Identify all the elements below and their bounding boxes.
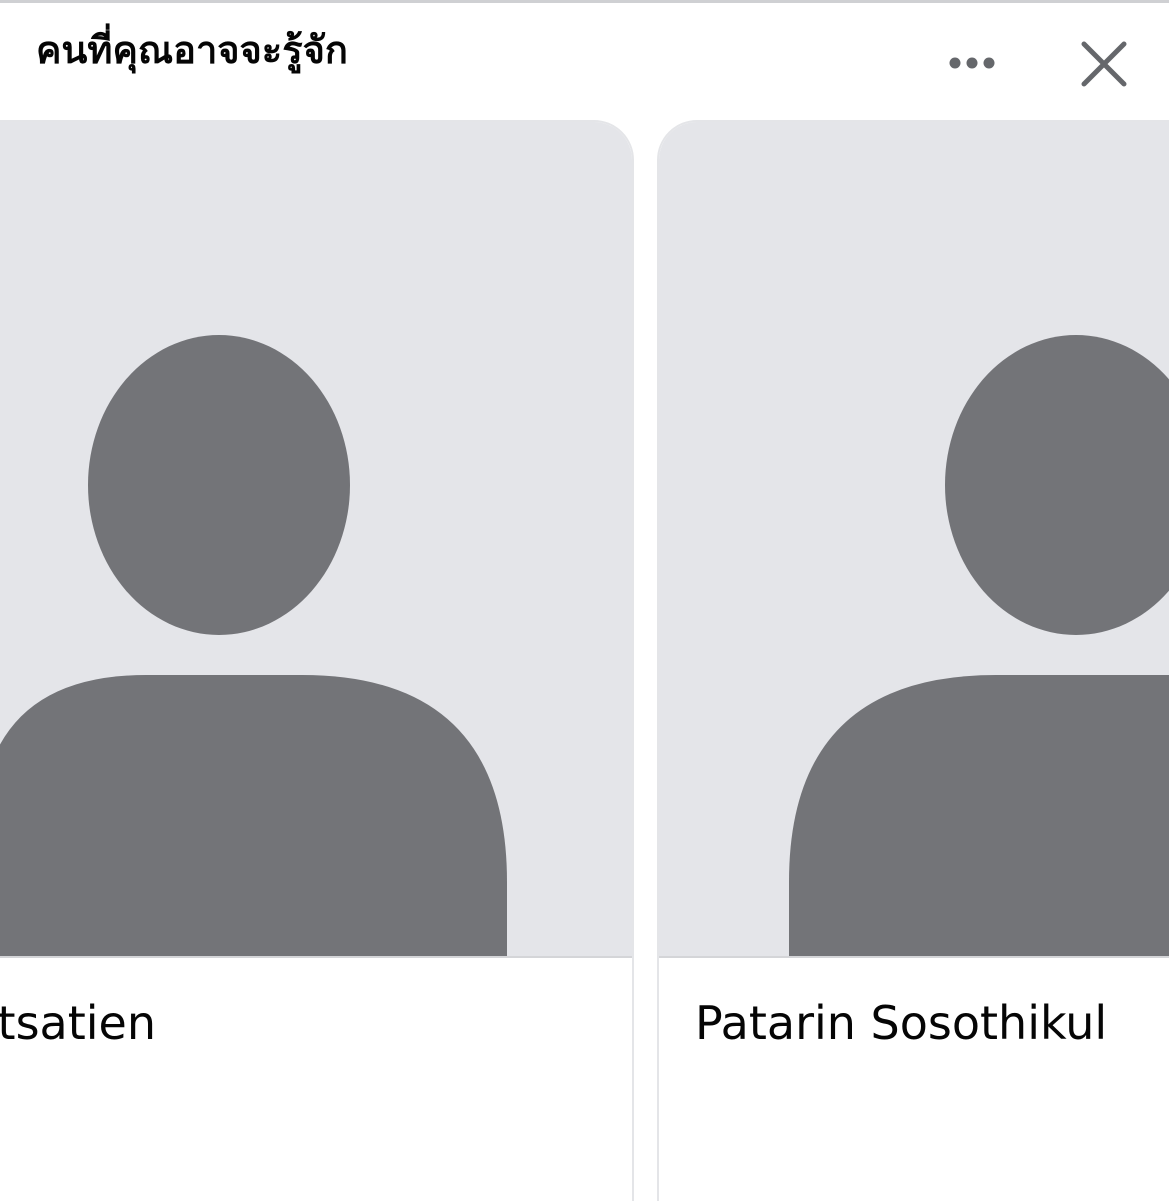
- profile-photo[interactable]: [659, 122, 1169, 956]
- photo-divider: [0, 956, 632, 958]
- more-horizontal-icon: [949, 57, 995, 69]
- person-card[interactable]: tsatien: [0, 120, 634, 1201]
- photo-divider: [659, 956, 1169, 958]
- close-icon: [1081, 41, 1127, 87]
- close-button[interactable]: [1074, 34, 1134, 94]
- top-divider: [0, 0, 1169, 3]
- person-name[interactable]: tsatien: [0, 992, 156, 1054]
- section-title: คนที่คุณอาจจะรู้จัก: [36, 28, 348, 72]
- person-name[interactable]: Patarin Sosothikul: [695, 992, 1107, 1054]
- more-options-button[interactable]: [936, 40, 1008, 86]
- default-avatar-icon: [789, 335, 1169, 956]
- person-card[interactable]: Patarin Sosothikul: [657, 120, 1169, 1201]
- default-avatar-icon: [0, 335, 507, 956]
- people-you-may-know-panel: คนที่คุณอาจจะรู้จัก tsatien Patarin Soso…: [0, 0, 1169, 1201]
- profile-photo[interactable]: [0, 122, 632, 956]
